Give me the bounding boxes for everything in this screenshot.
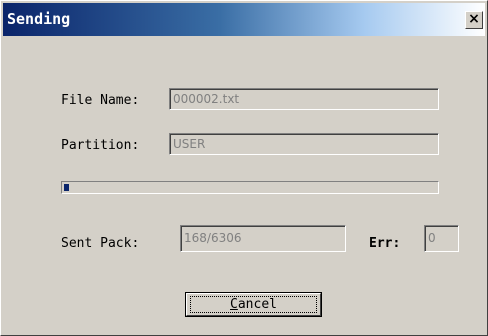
- file-name-label: File Name:: [61, 93, 140, 108]
- cancel-mnemonic: C: [230, 297, 238, 312]
- cancel-button[interactable]: Cancel: [185, 292, 322, 317]
- progress-block: [64, 184, 69, 191]
- title-bar[interactable]: Sending ×: [3, 3, 485, 36]
- sent-pack-label: Sent Pack:: [61, 236, 140, 251]
- progress-fill: [64, 184, 69, 191]
- err-field[interactable]: 0: [424, 225, 459, 252]
- cancel-button-focus: Cancel: [190, 296, 317, 313]
- close-icon: ×: [468, 11, 480, 27]
- sending-dialog: Sending × File Name: 000002.txt Partitio…: [0, 0, 488, 336]
- sent-pack-field[interactable]: 168/6306: [180, 225, 346, 252]
- cancel-label-rest: ancel: [237, 297, 277, 312]
- err-label: Err:: [369, 236, 401, 251]
- progress-bar: [61, 181, 439, 194]
- partition-field[interactable]: USER: [169, 133, 439, 155]
- close-button[interactable]: ×: [465, 11, 483, 29]
- partition-label: Partition:: [61, 138, 140, 153]
- window-title: Sending: [7, 10, 71, 28]
- file-name-field[interactable]: 000002.txt: [169, 88, 439, 110]
